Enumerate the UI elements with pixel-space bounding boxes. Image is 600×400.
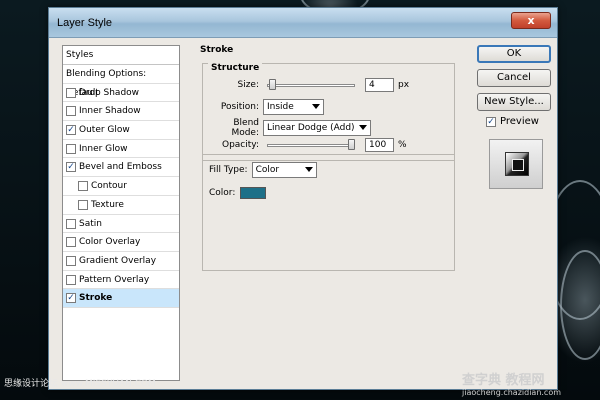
dropdown-arrow-icon bbox=[312, 104, 320, 109]
style-item-label: Color Overlay bbox=[79, 237, 141, 248]
fill-type-value: Color bbox=[255, 165, 280, 175]
style-item-drop-shadow[interactable]: Drop Shadow bbox=[63, 84, 179, 103]
ok-button[interactable]: OK bbox=[477, 45, 551, 63]
fill-type-dropdown[interactable]: Color bbox=[251, 162, 317, 178]
style-item-outer-glow[interactable]: ✓ Outer Glow bbox=[63, 121, 179, 140]
position-label: Position: bbox=[220, 102, 259, 112]
style-checkbox[interactable] bbox=[66, 87, 76, 98]
preview-label: Preview bbox=[500, 116, 539, 127]
blend-mode-value: Linear Dodge (Add) bbox=[267, 123, 355, 133]
style-checkbox[interactable] bbox=[78, 181, 88, 192]
style-checkbox[interactable] bbox=[66, 106, 76, 117]
opacity-slider-thumb[interactable] bbox=[348, 139, 355, 150]
dropdown-arrow-icon bbox=[359, 125, 367, 130]
style-checkbox[interactable] bbox=[66, 218, 76, 229]
style-item-label: Gradient Overlay bbox=[79, 255, 157, 266]
style-item-label: Inner Glow bbox=[79, 143, 128, 154]
dialog-title: Layer Style bbox=[57, 17, 113, 29]
style-item-label: Pattern Overlay bbox=[79, 274, 150, 285]
style-item-inner-shadow[interactable]: Inner Shadow bbox=[63, 102, 179, 122]
style-checkbox[interactable] bbox=[66, 255, 76, 266]
size-input[interactable]: 4 bbox=[365, 78, 394, 92]
opacity-label: Opacity: bbox=[222, 140, 259, 150]
panel-title: Stroke bbox=[200, 45, 234, 55]
styles-list-header[interactable]: Styles bbox=[63, 46, 179, 65]
layer-style-dialog: Layer Style x Styles Blending Options: D… bbox=[48, 7, 558, 390]
style-preview bbox=[489, 139, 543, 189]
style-item-label: Satin bbox=[79, 218, 102, 229]
preview-swatch-icon bbox=[505, 152, 529, 176]
size-label: Size: bbox=[237, 80, 259, 90]
watermark-right: 查字典 教程网 jiaocheng.chazidian.com bbox=[462, 369, 561, 397]
style-checkbox[interactable] bbox=[78, 199, 88, 210]
style-item-texture[interactable]: Texture bbox=[63, 196, 179, 215]
size-unit: px bbox=[398, 80, 410, 90]
color-label: Color: bbox=[209, 188, 236, 198]
cancel-button[interactable]: Cancel bbox=[477, 69, 551, 87]
style-checkbox[interactable]: ✓ bbox=[66, 162, 76, 173]
close-button[interactable]: x bbox=[511, 12, 551, 29]
structure-label: Structure bbox=[208, 63, 263, 73]
dialog-titlebar[interactable]: Layer Style x bbox=[49, 8, 557, 38]
style-item-label: Stroke bbox=[79, 293, 113, 304]
style-item-label: Inner Shadow bbox=[79, 106, 141, 117]
style-checkbox[interactable] bbox=[66, 237, 76, 248]
blend-mode-dropdown[interactable]: Linear Dodge (Add) bbox=[263, 120, 371, 136]
opacity-slider-track bbox=[267, 144, 355, 147]
watermark-left: 思缘设计论坛 www.MISSYUAN.COM bbox=[4, 379, 156, 389]
preview-checkbox[interactable]: ✓ bbox=[486, 116, 496, 127]
style-item-label: Drop Shadow bbox=[79, 87, 140, 98]
fill-group: Fill Type: Color Color: bbox=[202, 154, 455, 271]
position-dropdown[interactable]: Inside bbox=[263, 99, 324, 115]
style-checkbox[interactable]: ✓ bbox=[66, 125, 76, 136]
dropdown-arrow-icon bbox=[304, 167, 313, 172]
style-item-inner-glow[interactable]: Inner Glow bbox=[63, 140, 179, 159]
style-checkbox[interactable] bbox=[66, 274, 76, 285]
opacity-slider[interactable] bbox=[267, 138, 355, 152]
stroke-color-swatch[interactable] bbox=[240, 187, 267, 199]
blend-mode-label: Blend Mode: bbox=[231, 118, 259, 138]
style-checkbox[interactable]: ✓ bbox=[66, 293, 76, 304]
style-item-pattern-overlay[interactable]: Pattern Overlay bbox=[63, 271, 179, 290]
structure-group: Structure Size: 4 px Position: Inside Bl… bbox=[202, 63, 455, 161]
size-slider[interactable] bbox=[267, 78, 355, 92]
style-item-bevel-and-emboss[interactable]: ✓ Bevel and Emboss bbox=[63, 158, 179, 178]
style-item-label: Texture bbox=[91, 199, 124, 210]
watermark-right-main: 查字典 教程网 bbox=[462, 373, 545, 388]
style-item-label: Contour bbox=[91, 181, 127, 192]
opacity-input[interactable]: 100 bbox=[365, 138, 394, 152]
fill-type-label: Fill Type: bbox=[209, 165, 248, 175]
style-item-stroke[interactable]: ✓ Stroke bbox=[63, 289, 179, 308]
style-item-gradient-overlay[interactable]: Gradient Overlay bbox=[63, 252, 179, 271]
opacity-unit: % bbox=[398, 140, 407, 150]
style-item-satin[interactable]: Satin bbox=[63, 215, 179, 234]
decorative-ring bbox=[560, 250, 600, 360]
preview-toggle[interactable]: ✓ Preview bbox=[486, 116, 539, 127]
style-item-label: Outer Glow bbox=[79, 125, 130, 136]
size-slider-track bbox=[267, 84, 355, 87]
style-checkbox[interactable] bbox=[66, 143, 76, 154]
style-item-label: Bevel and Emboss bbox=[79, 162, 162, 173]
styles-list: Styles Blending Options: Default Drop Sha… bbox=[62, 45, 180, 381]
new-style-button[interactable]: New Style... bbox=[477, 93, 551, 111]
size-slider-thumb[interactable] bbox=[269, 79, 276, 90]
style-item-blending-options-default[interactable]: Blending Options: Default bbox=[63, 65, 179, 98]
style-item-color-overlay[interactable]: Color Overlay bbox=[63, 233, 179, 252]
style-item-contour[interactable]: Contour bbox=[63, 177, 179, 196]
position-value: Inside bbox=[267, 102, 294, 112]
watermark-right-url: jiaocheng.chazidian.com bbox=[462, 388, 562, 397]
